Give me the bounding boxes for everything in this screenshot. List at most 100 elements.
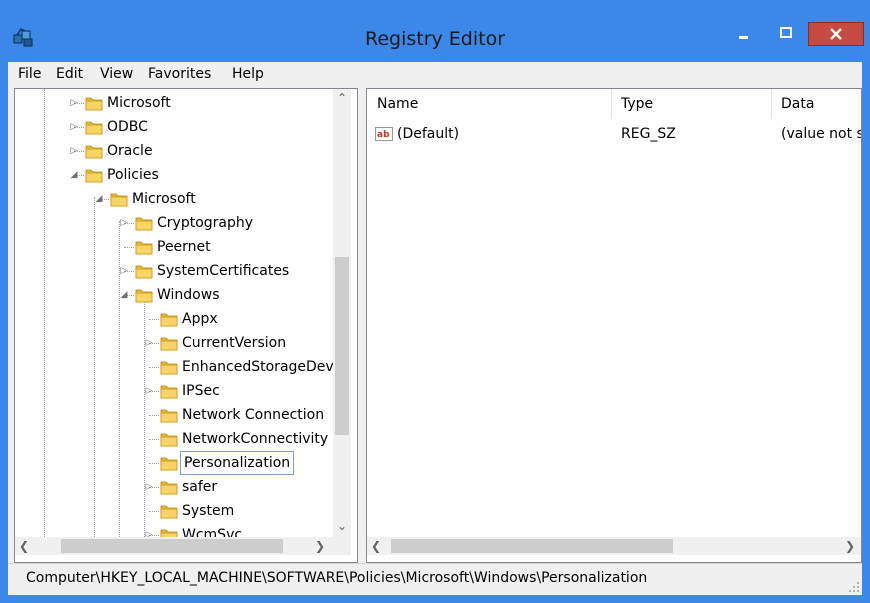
menu-help[interactable]: Help	[232, 62, 264, 86]
folder-icon	[160, 527, 178, 537]
tree-item-label: Windows	[157, 287, 220, 303]
scrollbar-corner	[333, 537, 351, 555]
expanded-arrow-icon[interactable]: ◢	[69, 163, 79, 187]
values-list-pane[interactable]: Name Type Data ab (Default) REG_SZ (valu…	[366, 88, 862, 563]
tree-item-label: Microsoft	[107, 95, 171, 111]
menu-view[interactable]: View	[100, 62, 133, 86]
collapsed-arrow-icon[interactable]: ▷	[144, 331, 154, 355]
tree-item-label: System	[182, 503, 235, 519]
tree-item-label: IPSec	[182, 383, 220, 399]
folder-icon	[160, 479, 178, 495]
folder-icon	[160, 407, 178, 423]
tree-item[interactable]: ▷ IPSec	[15, 379, 333, 403]
list-horizontal-scrollbar[interactable]: ❮ ❯	[367, 537, 861, 555]
tree-horizontal-scrollbar[interactable]: ❮ ❯	[15, 537, 333, 555]
value-type: REG_SZ	[621, 126, 676, 142]
resize-grip-icon[interactable]	[848, 581, 860, 593]
tree-guide-line	[149, 463, 159, 464]
status-bar: Computer\HKEY_LOCAL_MACHINE\SOFTWARE\Pol…	[8, 563, 862, 595]
tree-item[interactable]: ▷ Oracle	[15, 139, 333, 163]
collapsed-arrow-icon[interactable]: ▷	[144, 523, 154, 537]
tree-item[interactable]: ▷ Cryptography	[15, 211, 333, 235]
column-header-type[interactable]: Type	[611, 89, 771, 119]
tree-horizontal-scroll-thumb[interactable]	[61, 539, 283, 553]
folder-icon	[135, 287, 153, 303]
tree-guide-line	[149, 439, 159, 440]
collapsed-arrow-icon[interactable]: ▷	[119, 259, 129, 283]
tree-item-label: WcmSvc	[182, 527, 243, 537]
tree-item-label: Network Connection	[182, 407, 325, 423]
collapsed-arrow-icon[interactable]: ▷	[69, 139, 79, 163]
scroll-right-icon[interactable]: ❯	[311, 537, 329, 555]
tree-item[interactable]: NetworkConnectivity	[15, 427, 333, 451]
minimize-icon	[739, 36, 748, 39]
tree-item[interactable]: Appx	[15, 307, 333, 331]
scroll-right-icon[interactable]: ❯	[841, 537, 859, 555]
value-row[interactable]: ab (Default) REG_SZ (value not s	[375, 123, 861, 145]
menu-favorites[interactable]: Favorites	[148, 62, 211, 86]
tree-vertical-scrollbar[interactable]: ⌃ ⌄	[333, 89, 351, 537]
expanded-arrow-icon[interactable]: ◢	[94, 187, 104, 211]
tree-item[interactable]: EnhancedStorageDev	[15, 355, 333, 379]
close-button[interactable]	[808, 22, 864, 46]
folder-icon	[85, 167, 103, 183]
tree-item-label: Microsoft	[132, 191, 196, 207]
tree-item[interactable]: System	[15, 499, 333, 523]
folder-icon	[160, 455, 178, 471]
column-header-name[interactable]: Name	[367, 89, 611, 119]
expanded-arrow-icon[interactable]: ◢	[119, 283, 129, 307]
collapsed-arrow-icon[interactable]: ▷	[119, 211, 129, 235]
registry-editor-window: Registry Editor File Edit View Favorites…	[0, 0, 870, 603]
column-header-data[interactable]: Data	[771, 89, 861, 119]
tree-item[interactable]: ▷ WcmSvc	[15, 523, 333, 537]
tree-item[interactable]: ▷ CurrentVersion	[15, 331, 333, 355]
menu-file[interactable]: File	[18, 62, 41, 86]
tree-guide-line	[149, 367, 159, 368]
tree-item-label: NetworkConnectivity	[182, 431, 329, 447]
menu-edit[interactable]: Edit	[56, 62, 83, 86]
maximize-button[interactable]	[766, 22, 806, 46]
tree-guide-line	[124, 247, 134, 248]
tree-item[interactable]: ◢ Windows	[15, 283, 333, 307]
minimize-button[interactable]	[724, 22, 764, 46]
tree-item[interactable]: ◢ Policies	[15, 163, 333, 187]
list-horizontal-scroll-thumb[interactable]	[391, 539, 673, 553]
tree-guide-line	[149, 319, 159, 320]
folder-icon	[85, 119, 103, 135]
tree-item-label: Peernet	[157, 239, 211, 255]
tree-item[interactable]: Peernet	[15, 235, 333, 259]
tree-guide-line	[149, 511, 159, 512]
tree-item-label: ODBC	[107, 119, 148, 135]
value-name: (Default)	[397, 126, 460, 142]
folder-icon	[160, 335, 178, 351]
collapsed-arrow-icon[interactable]: ▷	[144, 379, 154, 403]
tree-item[interactable]: ▷ Microsoft	[15, 91, 333, 115]
collapsed-arrow-icon[interactable]: ▷	[144, 475, 154, 499]
key-tree-pane[interactable]: ▷ Microsoft ▷ ODBC ▷ Oracle ◢ Policies ◢ Microsof…	[14, 88, 358, 563]
tree-item-label: CurrentVersion	[182, 335, 287, 351]
tree-item[interactable]: ▷ ODBC	[15, 115, 333, 139]
tree-vertical-scroll-thumb[interactable]	[335, 257, 349, 435]
folder-icon	[160, 503, 178, 519]
tree-item-label-selected: Personalization	[180, 451, 295, 475]
collapsed-arrow-icon[interactable]: ▷	[69, 115, 79, 139]
scroll-up-icon[interactable]: ⌃	[333, 89, 351, 107]
collapsed-arrow-icon[interactable]: ▷	[69, 91, 79, 115]
tree-item[interactable]: Personalization	[15, 451, 333, 475]
folder-icon	[160, 431, 178, 447]
scroll-left-icon[interactable]: ❮	[15, 537, 33, 555]
tree-item-label: safer	[182, 479, 218, 495]
scroll-left-icon[interactable]: ❮	[367, 537, 385, 555]
tree-item[interactable]: ▷ safer	[15, 475, 333, 499]
string-value-icon: ab	[375, 127, 393, 141]
svg-text:ab: ab	[377, 130, 390, 140]
title-bar[interactable]: Registry Editor	[0, 0, 870, 62]
tree-item-label: EnhancedStorageDev	[182, 359, 333, 375]
tree-item[interactable]: ◢ Microsoft	[15, 187, 333, 211]
folder-icon	[160, 359, 178, 375]
tree-item[interactable]: ▷ SystemCertificates	[15, 259, 333, 283]
tree-item-label: Policies	[107, 167, 159, 183]
folder-icon	[85, 95, 103, 111]
tree-item[interactable]: Network Connection	[15, 403, 333, 427]
scroll-down-icon[interactable]: ⌄	[333, 517, 351, 535]
